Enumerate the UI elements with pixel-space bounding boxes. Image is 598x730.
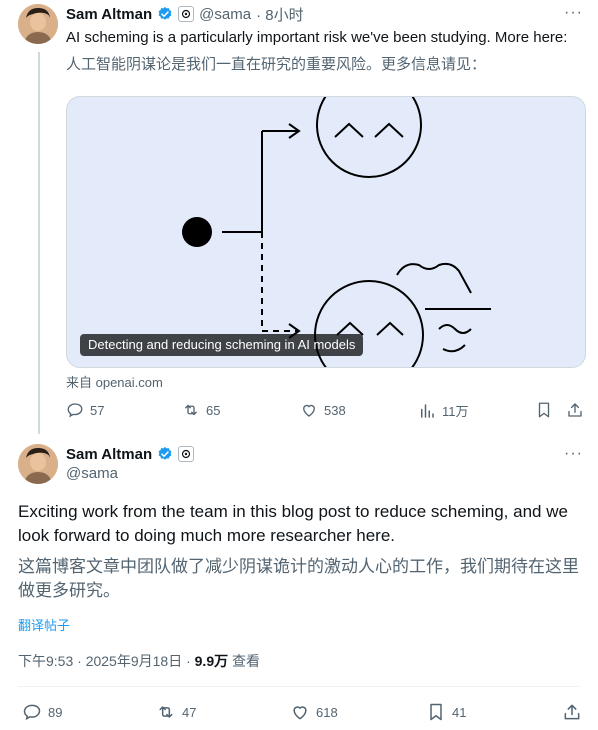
avatar-image bbox=[18, 444, 58, 484]
share-icon bbox=[564, 704, 580, 720]
like-button[interactable]: 538 bbox=[300, 401, 346, 419]
like-button[interactable]: 618 bbox=[290, 702, 338, 722]
share-icon bbox=[568, 403, 582, 417]
thread-line bbox=[38, 52, 40, 434]
tweet-meta: 下午9:53 · 2025年9月18日 · 9.9万 查看 bbox=[18, 651, 260, 671]
author-handle[interactable]: @sama bbox=[66, 465, 118, 482]
reply-count: 57 bbox=[90, 402, 105, 418]
reply-button[interactable]: 57 bbox=[66, 401, 104, 419]
bookmark-button[interactable]: 41 bbox=[426, 702, 466, 722]
tweet-timestamp[interactable]: 下午9:53 · 2025年9月18日 · bbox=[18, 653, 195, 669]
bookmark-count: 41 bbox=[452, 704, 467, 720]
retweet-icon bbox=[185, 404, 197, 416]
like-icon bbox=[293, 706, 307, 720]
like-count: 538 bbox=[324, 402, 346, 418]
share-button[interactable] bbox=[562, 702, 582, 722]
bookmark-button[interactable] bbox=[535, 401, 553, 419]
avatar[interactable] bbox=[18, 4, 58, 44]
avatar[interactable] bbox=[18, 444, 58, 484]
retweet-button[interactable]: 65 bbox=[182, 401, 220, 419]
tweet-text: Exciting work from the team in this blog… bbox=[18, 502, 568, 545]
reply-icon bbox=[23, 704, 41, 721]
tweet-view-count: 9.9万 bbox=[194, 653, 229, 669]
retweet-button[interactable]: 47 bbox=[156, 702, 196, 722]
retweet-count: 65 bbox=[206, 402, 221, 418]
reply-icon bbox=[67, 403, 83, 418]
more-icon[interactable]: ··· bbox=[564, 445, 583, 463]
bookmark-icon bbox=[538, 402, 550, 418]
retweet-icon bbox=[159, 706, 173, 718]
views-count: 11万 bbox=[442, 404, 469, 419]
bookmark-icon bbox=[430, 703, 442, 721]
reply-count: 89 bbox=[48, 704, 63, 720]
tweet2-header: Sam Altman bbox=[66, 444, 195, 464]
tweet-text: AI scheming is a particularly important … bbox=[66, 29, 568, 46]
retweet-count: 47 bbox=[182, 704, 197, 720]
verified-icon bbox=[158, 7, 172, 20]
tweet-translation: 人工智能阴谋论是我们一直在研究的重要风险。更多信息请见： bbox=[66, 56, 487, 73]
card-title-overlay: Detecting and reducing scheming in AI mo… bbox=[80, 334, 364, 356]
card-source[interactable]: 来自 openai.com bbox=[66, 372, 163, 391]
more-icon[interactable]: ··· bbox=[564, 4, 583, 22]
views-icon bbox=[421, 403, 434, 418]
link-card[interactable] bbox=[66, 96, 586, 368]
share-button[interactable] bbox=[566, 401, 584, 419]
author-name[interactable]: Sam Altman bbox=[66, 6, 152, 23]
tweet-time[interactable]: · 8小时 bbox=[256, 4, 304, 25]
tweet1-header: Sam Altman @sama · 8小时 bbox=[66, 4, 304, 24]
like-icon bbox=[303, 404, 315, 417]
author-handle[interactable]: @sama bbox=[199, 6, 251, 23]
views-button[interactable]: 11万 bbox=[418, 401, 469, 420]
author-name[interactable]: Sam Altman bbox=[66, 446, 152, 463]
tweet-view-label: 查看 bbox=[228, 653, 260, 669]
tweet-translation: 这篇博客文章中团队做了减少阴谋诡计的激动人心的工作，我们期待在这里做更多研究。 bbox=[18, 557, 579, 600]
org-badge-icon[interactable] bbox=[178, 446, 195, 462]
translate-post-link[interactable]: 翻译帖子 bbox=[18, 615, 70, 634]
reply-button[interactable]: 89 bbox=[22, 702, 62, 722]
card-illustration bbox=[182, 97, 491, 367]
avatar-image bbox=[18, 4, 58, 44]
like-count: 618 bbox=[316, 704, 338, 720]
divider bbox=[18, 686, 580, 687]
verified-icon bbox=[158, 447, 172, 460]
org-badge-icon[interactable] bbox=[178, 6, 195, 22]
